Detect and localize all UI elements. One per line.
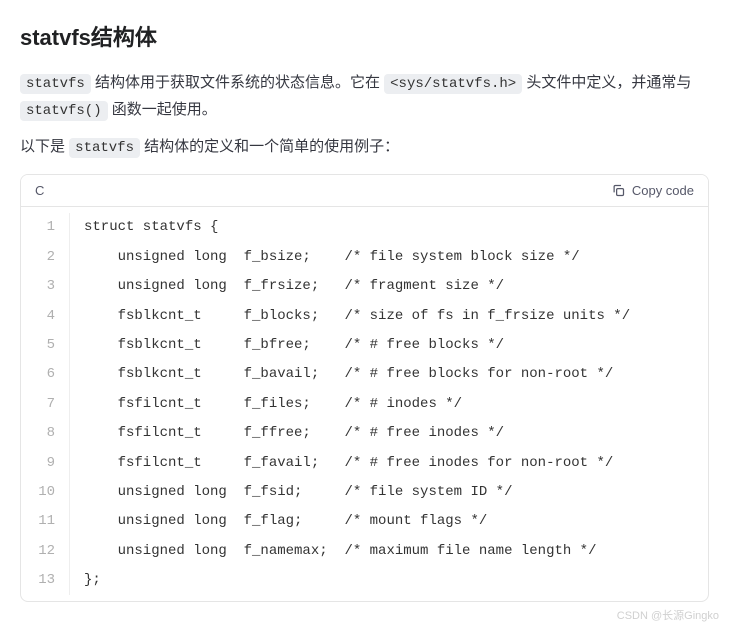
line-number: 8 — [31, 419, 55, 448]
code-line: fsblkcnt_t f_bfree; /* # free blocks */ — [84, 331, 630, 360]
text: 以下是 — [20, 138, 69, 155]
inline-code-header-file: <sys/statvfs.h> — [384, 74, 522, 94]
page-title: statvfs结构体 — [20, 20, 709, 52]
line-number: 7 — [31, 390, 55, 419]
code-line: unsigned long f_frsize; /* fragment size… — [84, 272, 630, 301]
code-line: unsigned long f_flag; /* mount flags */ — [84, 507, 630, 536]
line-number: 1 — [31, 213, 55, 242]
text: 结构体用于获取文件系统的状态信息。它在 — [91, 74, 384, 91]
code-line: struct statvfs { — [84, 213, 630, 242]
line-number: 10 — [31, 478, 55, 507]
copy-code-label: Copy code — [632, 183, 694, 198]
code-line: unsigned long f_namemax; /* maximum file… — [84, 537, 630, 566]
line-number: 3 — [31, 272, 55, 301]
code-header: C Copy code — [21, 175, 708, 207]
code-block: C Copy code 12345678910111213 struct sta… — [20, 174, 709, 602]
code-line: unsigned long f_bsize; /* file system bl… — [84, 243, 630, 272]
code-line: fsfilcnt_t f_favail; /* # free inodes fo… — [84, 449, 630, 478]
copy-code-button[interactable]: Copy code — [611, 183, 694, 198]
code-language-label: C — [35, 183, 44, 198]
text: 结构体的定义和一个简单的使用例子： — [140, 138, 399, 155]
line-number: 11 — [31, 507, 55, 536]
line-number: 6 — [31, 360, 55, 389]
intro-paragraph-2: 以下是 statvfs 结构体的定义和一个简单的使用例子： — [20, 134, 709, 161]
line-number: 5 — [31, 331, 55, 360]
text: 头文件中定义，并通常与 — [522, 74, 691, 91]
code-line: fsblkcnt_t f_bavail; /* # free blocks fo… — [84, 360, 630, 389]
line-number: 4 — [31, 302, 55, 331]
code-line: unsigned long f_fsid; /* file system ID … — [84, 478, 630, 507]
line-number-gutter: 12345678910111213 — [21, 213, 70, 595]
code-content[interactable]: struct statvfs { unsigned long f_bsize; … — [70, 213, 644, 595]
line-number: 13 — [31, 566, 55, 595]
intro-paragraph-1: statvfs 结构体用于获取文件系统的状态信息。它在 <sys/statvfs… — [20, 70, 709, 124]
code-body: 12345678910111213 struct statvfs { unsig… — [21, 207, 708, 601]
code-line: }; — [84, 566, 630, 595]
watermark: CSDN @长源Gingko — [617, 607, 719, 623]
code-line: fsfilcnt_t f_ffree; /* # free inodes */ — [84, 419, 630, 448]
inline-code-statvfs: statvfs — [20, 74, 91, 94]
line-number: 12 — [31, 537, 55, 566]
copy-icon — [611, 183, 626, 198]
text: 函数一起使用。 — [108, 101, 217, 118]
inline-code-statvfs-2: statvfs — [69, 138, 140, 158]
line-number: 9 — [31, 449, 55, 478]
code-line: fsfilcnt_t f_files; /* # inodes */ — [84, 390, 630, 419]
inline-code-statvfs-func: statvfs() — [20, 101, 108, 121]
code-line: fsblkcnt_t f_blocks; /* size of fs in f_… — [84, 302, 630, 331]
line-number: 2 — [31, 243, 55, 272]
